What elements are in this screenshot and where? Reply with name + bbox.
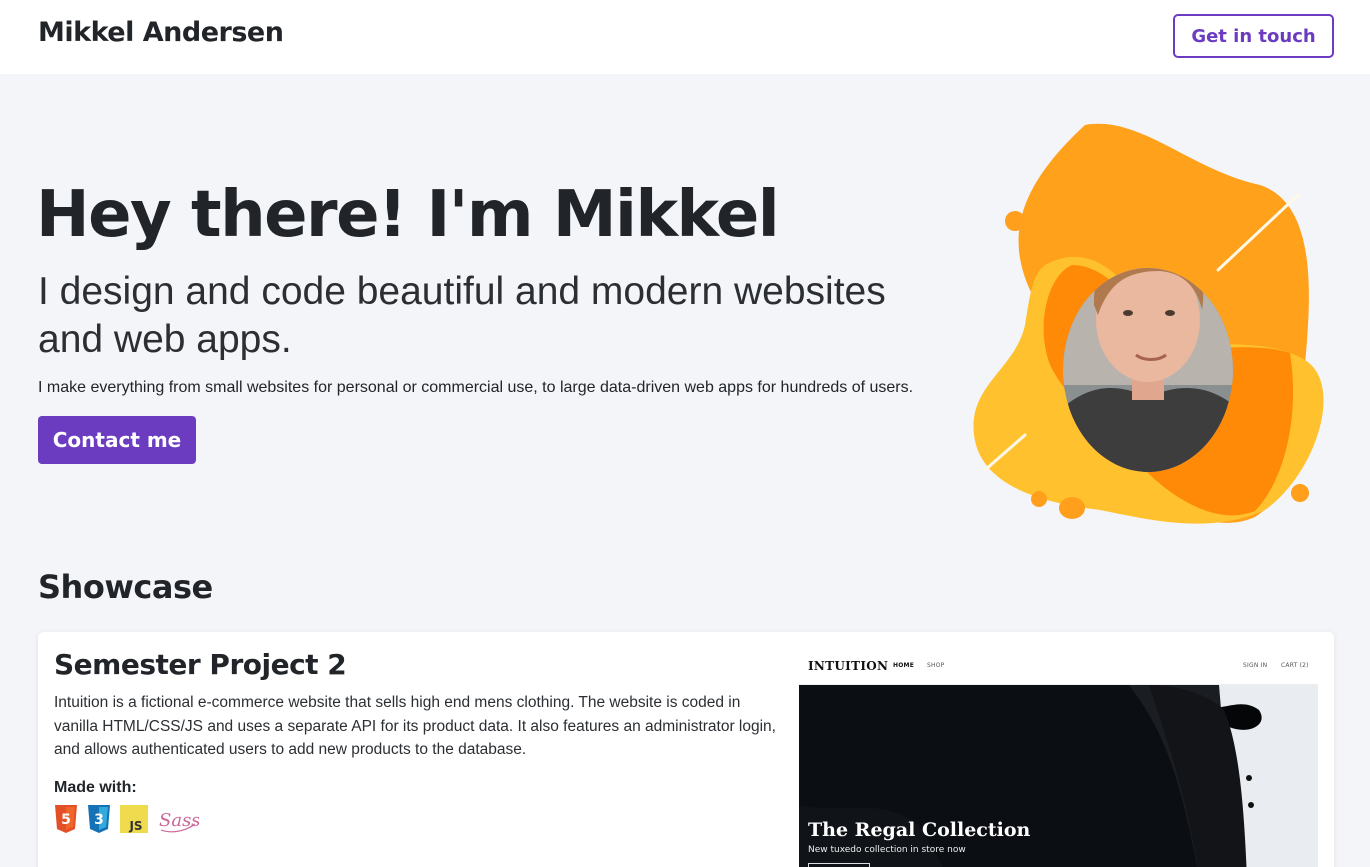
svg-text:Sass: Sass bbox=[159, 810, 199, 831]
css3-icon: 3 bbox=[88, 805, 110, 833]
preview-nav-cart: CART (2) bbox=[1281, 662, 1309, 669]
preview-navbar: INTUITION HOME SHOP SIGN IN CART (2) bbox=[799, 648, 1318, 685]
blob-portrait-illustration bbox=[973, 123, 1324, 524]
decorative-dot bbox=[1005, 211, 1025, 231]
contact-me-button[interactable]: Contact me bbox=[38, 416, 196, 464]
svg-text:5: 5 bbox=[61, 812, 71, 828]
preview-hero-subtitle: New tuxedo collection in store now bbox=[808, 845, 966, 855]
preview-nav-shop: SHOP bbox=[927, 662, 945, 669]
svg-text:3: 3 bbox=[94, 812, 104, 828]
decorative-dot bbox=[1059, 497, 1085, 519]
javascript-icon: JS bbox=[120, 805, 148, 833]
preview-brand: INTUITION bbox=[808, 659, 889, 673]
project-title: Semester Project 2 bbox=[54, 648, 347, 681]
hero-title: Hey there! I'm Mikkel bbox=[36, 178, 780, 252]
hero-text: I make everything from small websites fo… bbox=[38, 379, 914, 396]
project-card: Semester Project 2 Intuition is a fictio… bbox=[38, 632, 1334, 867]
site-brand[interactable]: Mikkel Andersen bbox=[38, 17, 284, 48]
preview-hero-button bbox=[808, 863, 870, 867]
preview-nav-signin: SIGN IN bbox=[1243, 662, 1268, 669]
hero-subtitle: I design and code beautiful and modern w… bbox=[38, 270, 886, 361]
project-description: Intuition is a fictional e-commerce webs… bbox=[54, 694, 776, 758]
preview-hero: The Regal Collection New tuxedo collecti… bbox=[799, 685, 1318, 867]
tech-icons: 5 3 JS Sass bbox=[54, 804, 199, 834]
decorative-dot bbox=[1291, 484, 1309, 502]
project-preview-image[interactable]: INTUITION HOME SHOP SIGN IN CART (2) The… bbox=[799, 648, 1318, 867]
preview-nav-home: HOME bbox=[893, 662, 914, 669]
hero-illustration bbox=[960, 115, 1340, 535]
navbar: Mikkel Andersen Get in touch bbox=[0, 0, 1370, 74]
html5-icon: 5 bbox=[55, 805, 77, 833]
showcase-title: Showcase bbox=[38, 568, 213, 606]
decorative-dot bbox=[1038, 196, 1044, 202]
made-with-label: Made with: bbox=[54, 779, 137, 796]
preview-hero-title: The Regal Collection bbox=[808, 819, 1031, 841]
svg-text:JS: JS bbox=[128, 819, 142, 833]
decorative-dot bbox=[1031, 491, 1047, 507]
sass-icon: Sass bbox=[159, 810, 199, 833]
get-in-touch-button[interactable]: Get in touch bbox=[1173, 14, 1334, 58]
